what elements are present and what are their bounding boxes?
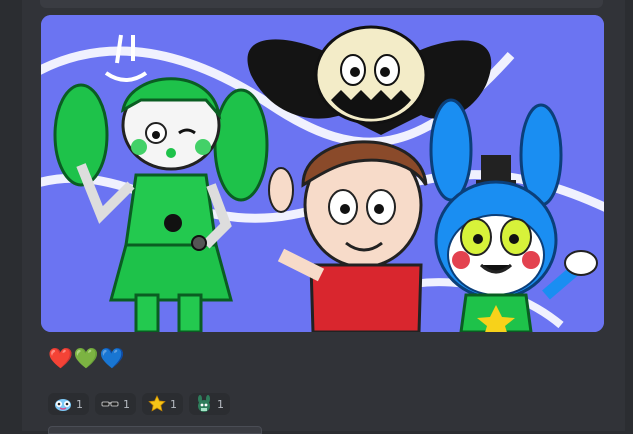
- blue-critter-emoji-icon: [55, 399, 71, 411]
- fan-art-image: [41, 15, 604, 332]
- reaction-count: 1: [123, 397, 130, 411]
- left-gutter: [0, 0, 22, 431]
- star-emoji-icon: [148, 395, 166, 412]
- previous-embed-edge: [40, 0, 603, 8]
- message-text: ❤️💚💙: [48, 346, 126, 370]
- reaction-count: 1: [76, 397, 83, 411]
- reaction-star[interactable]: 1: [142, 393, 183, 415]
- green-bunny-emoji-icon: [198, 395, 210, 412]
- reaction-blue-critter[interactable]: 1: [48, 393, 89, 415]
- reaction-count: 1: [217, 397, 224, 411]
- reaction-green-bunny[interactable]: 1: [189, 393, 230, 415]
- reaction-sunglasses[interactable]: 1: [95, 393, 136, 415]
- image-attachment[interactable]: [41, 15, 604, 332]
- sunglasses-emoji-icon: [101, 401, 119, 407]
- next-embed-edge: [48, 426, 262, 434]
- reactions-bar: 1 1 1 1: [48, 393, 230, 415]
- reaction-count: 1: [170, 397, 177, 411]
